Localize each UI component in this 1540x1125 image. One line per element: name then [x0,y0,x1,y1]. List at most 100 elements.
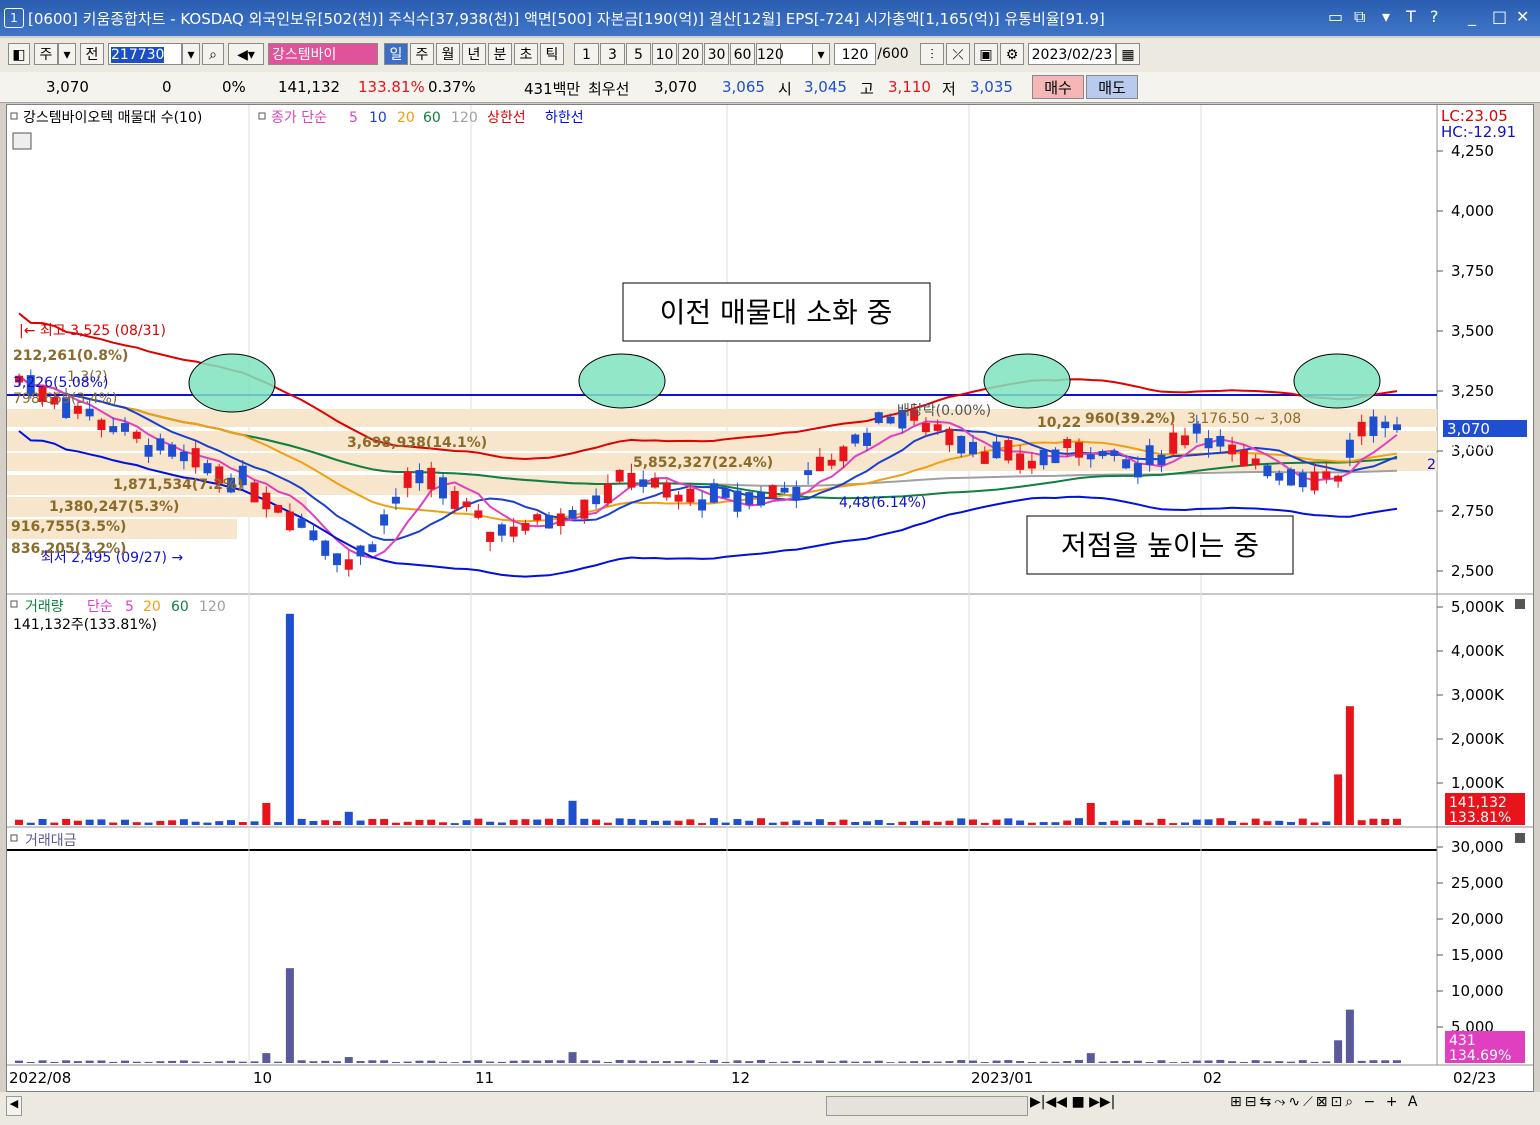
period-button-3[interactable]: 년 [462,43,486,65]
amount-bar [262,1053,271,1063]
volume-bar [427,819,436,825]
close-icon[interactable]: ✕ [1516,7,1529,26]
panel-menu-icon[interactable] [1515,599,1525,609]
font-icon[interactable]: T [1406,7,1416,26]
period-button-4[interactable]: 분 [488,43,512,65]
interval-button-1[interactable]: 3 [600,43,625,65]
grid-toggle-icon[interactable] [12,132,32,150]
vol-ma20-legend[interactable]: 20 [143,599,161,615]
candle-body [321,540,330,556]
interval-button-3[interactable]: 10 [652,43,677,65]
layout-icon[interactable]: ◧ [8,43,30,65]
ma5-legend[interactable]: 5 [349,110,358,126]
period-button-6[interactable]: 틱 [540,43,564,65]
period-button-5[interactable]: 초 [514,43,538,65]
code-input[interactable]: 217730 [108,43,182,65]
interval-button-6[interactable]: 60 [730,43,755,65]
sell-button[interactable]: 매도 [1086,75,1138,99]
scroll-bar[interactable]: ◀ ▶|◀◀ ■ ▶▶| ⊞⊟⇆⤳∿⟋⊠⊡⌕ − + A [0,1092,1540,1125]
amount-bar [827,1061,836,1063]
vol-ma5-legend[interactable]: 5 [125,599,134,615]
crosshair-icon[interactable]: ⤫ [946,43,970,65]
interval-button-0[interactable]: 1 [574,43,599,65]
vol-ma60-legend[interactable]: 60 [171,599,189,615]
count-input[interactable]: 120 [834,43,876,65]
search-icon[interactable]: ⌕ [202,43,224,65]
interval-button-5[interactable]: 30 [704,43,729,65]
amount-legend-name[interactable]: 거래대금 [25,833,77,849]
volume-bar [945,820,954,825]
volume-bar [674,820,683,825]
period-button-1[interactable]: 주 [410,43,434,65]
chevron-down-icon[interactable]: ▾ [182,43,200,65]
volume-bar [203,822,212,825]
amount-bar [886,1062,895,1063]
minimize-icon[interactable]: _ [1468,7,1476,26]
stock-name-field[interactable]: 강스템바이 [268,43,378,65]
save-icon[interactable]: ▣ [974,43,998,65]
interval-button-7[interactable]: 120 [756,43,784,65]
amount-bar [309,1061,318,1063]
ma20-legend[interactable]: 20 [397,110,415,126]
volume-bar [321,820,330,825]
amount-bar [533,1060,542,1063]
amount-bar [945,1061,954,1063]
profile-label: 1,871,534(7.2%) [113,477,243,493]
prev-select[interactable]: 전 [80,43,104,65]
amount-bar [556,1060,565,1063]
candle-body [639,479,648,487]
chevron-down-icon[interactable]: ▾ [812,43,830,65]
maximize-icon[interactable]: □ [1492,7,1507,26]
window-index[interactable]: 1 [4,8,24,28]
upper-band-legend[interactable]: 상한선 [487,110,526,126]
lower-band-legend[interactable]: 하한선 [545,110,584,126]
amount-bar [1098,1061,1107,1063]
amount-bar [85,1060,94,1063]
amount-bar [380,1060,389,1063]
speaker-icon[interactable]: ◀▾ [228,43,264,65]
playback-controls[interactable]: ▶|◀◀ ■ ▶▶| [1030,1094,1115,1110]
restore-icon[interactable]: ▭ [1328,7,1343,26]
price-legend-name[interactable]: 강스템바이오텍 매물대 수(10) [23,110,202,126]
buy-button[interactable]: 매수 [1032,75,1084,99]
period-button-0[interactable]: 일 [384,43,408,65]
tool-icons[interactable]: ⊞⊟⇆⤳∿⟋⊠⊡⌕ − + A [1230,1094,1420,1110]
amount-bar [450,1062,459,1063]
chevron-down-icon[interactable]: ▾ [58,43,76,65]
candle-body [709,483,718,503]
scroll-left-icon[interactable]: ◀ [6,1096,22,1116]
amount-bar [851,1061,860,1063]
scroll-thumb[interactable] [826,1096,1028,1116]
candle-type-icon[interactable]: ⫶ [920,43,944,65]
type-select[interactable]: 주 [34,43,58,65]
volume-legend-name[interactable]: 거래량 [25,599,64,615]
panel-menu-icon[interactable] [1515,833,1525,843]
volume-bar [238,822,247,825]
volume-bar [497,822,506,825]
candle-body [156,438,165,451]
dropdown-icon[interactable]: ▾ [1382,7,1390,26]
chart-area[interactable]: 이전 매물대 소화 중 저점을 높이는 중 강스템바이오텍 매물대 수(10) … [6,104,1534,1092]
candle-body [945,428,954,446]
vol-ma120-legend[interactable]: 120 [199,599,226,615]
volume-bar [191,821,200,825]
calendar-icon[interactable]: ▦ [1116,43,1140,65]
interval-button-4[interactable]: 20 [678,43,703,65]
volume-bar [1251,818,1260,825]
volume-ma-label[interactable]: 단순 [87,599,113,615]
gear-icon[interactable]: ⚙ [1000,43,1024,65]
candle-body [1027,460,1036,469]
interval-button-2[interactable]: 5 [626,43,651,65]
candle-body [1345,439,1354,458]
ma-legend-label[interactable]: 종가 단순 [271,110,327,126]
period-button-2[interactable]: 월 [436,43,460,65]
ma10-legend[interactable]: 10 [369,110,387,126]
ma60-legend[interactable]: 60 [423,110,441,126]
chart-svg[interactable]: 이전 매물대 소화 중 저점을 높이는 중 강스템바이오텍 매물대 수(10) … [7,105,1533,1091]
cascade-icon[interactable]: ⧉ [1354,7,1365,27]
help-icon[interactable]: ? [1430,7,1439,26]
date-input[interactable]: 2023/02/23 [1028,43,1116,65]
candle-body [356,545,365,557]
ma120-legend[interactable]: 120 [451,110,478,126]
volume-bar [1263,821,1272,825]
